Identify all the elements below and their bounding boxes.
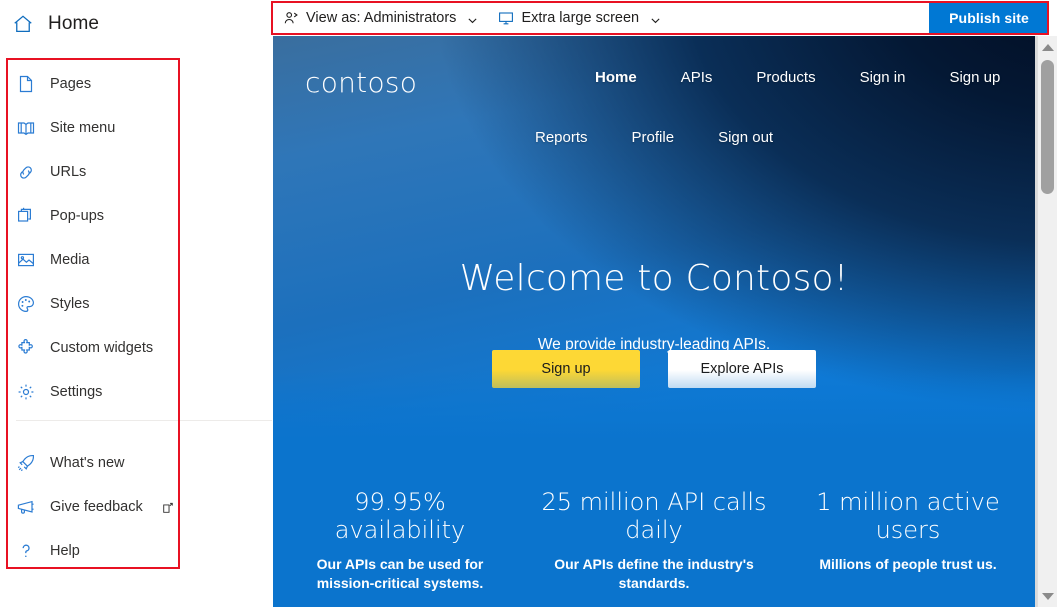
publish-site-button[interactable]: Publish site: [929, 3, 1049, 33]
site-nav-link-sign-out[interactable]: Sign out: [696, 129, 795, 146]
sidebar-secondary-nav: What's new Give feedback Help: [0, 441, 273, 573]
stats-row: 99.95% availability Our APIs can be used…: [273, 488, 1035, 592]
sidebar-item-whats-new[interactable]: What's new: [0, 441, 273, 485]
page-title: Home: [48, 13, 100, 34]
stat-value: 25 million API calls daily: [541, 488, 767, 545]
stat-value: 99.95% availability: [334, 488, 466, 545]
stat-card-availability: 99.95% availability Our APIs can be used…: [273, 488, 527, 592]
site-nav-primary: Home APIs Products Sign in Sign up: [573, 69, 1003, 86]
site-nav-link-profile[interactable]: Profile: [610, 129, 697, 146]
site-logo[interactable]: contoso: [305, 66, 417, 99]
image-icon: [16, 250, 36, 270]
sidebar-item-label: Pop-ups: [50, 208, 105, 224]
site-nav-link-sign-in[interactable]: Sign in: [838, 69, 928, 86]
person-icon: [283, 10, 299, 26]
sidebar-primary-nav: Pages Site menu URLs Pop-ups Media Style…: [0, 62, 273, 414]
chevron-down-icon: [467, 13, 478, 24]
stats-band: 99.95% availability Our APIs can be used…: [273, 440, 1035, 607]
sidebar-item-label: Styles: [50, 296, 90, 312]
question-icon: [16, 541, 36, 561]
app-root: Home Pages Site menu URLs Pop-ups Media …: [0, 0, 1057, 607]
sidebar-item-label: Settings: [50, 384, 103, 400]
megaphone-icon: [16, 497, 36, 517]
scroll-down-arrow-icon[interactable]: [1038, 587, 1057, 605]
home-icon: [12, 13, 34, 35]
stat-card-api-calls: 25 million API calls daily Our APIs defi…: [527, 488, 781, 592]
sidebar-item-label: URLs: [50, 164, 87, 180]
sidebar-divider: [16, 420, 272, 421]
site-nav-secondary: Reports Profile Sign out: [513, 129, 813, 146]
stat-description: Our APIs can be used for mission-critica…: [316, 555, 484, 591]
stat-description: Millions of people trust us.: [819, 555, 997, 572]
scrollbar-thumb[interactable]: [1041, 60, 1054, 194]
hero-section: contoso Home APIs Products Sign in Sign …: [273, 36, 1035, 440]
site-nav-link-sign-up[interactable]: Sign up: [927, 69, 1022, 86]
sidebar-item-custom-widgets[interactable]: Custom widgets: [0, 326, 273, 370]
rocket-icon: [16, 453, 36, 473]
view-as-dropdown[interactable]: View as: Administrators: [273, 3, 488, 33]
puzzle-icon: [16, 338, 36, 358]
preview-scrollbar[interactable]: [1037, 36, 1057, 607]
external-link-icon: [162, 501, 174, 513]
sidebar-item-media[interactable]: Media: [0, 238, 273, 282]
site-nav-link-apis[interactable]: APIs: [659, 69, 735, 86]
sidebar-item-urls[interactable]: URLs: [0, 150, 273, 194]
site-nav-link-reports[interactable]: Reports: [513, 129, 610, 146]
stat-value: 1 million active users: [816, 488, 1000, 545]
page-icon: [16, 74, 36, 94]
book-icon: [16, 118, 36, 138]
sidebar-item-site-menu[interactable]: Site menu: [0, 106, 273, 150]
monitor-icon: [498, 10, 514, 26]
hero-cta-group: Sign up Explore APIs: [273, 350, 1035, 388]
link-icon: [16, 162, 36, 182]
chevron-down-icon: [650, 13, 661, 24]
hero-explore-apis-button[interactable]: Explore APIs: [668, 350, 816, 388]
screen-size-dropdown[interactable]: Extra large screen: [488, 3, 671, 33]
sidebar-item-label: Media: [50, 252, 90, 268]
hero-sign-up-button[interactable]: Sign up: [492, 350, 640, 388]
sidebar-item-label: Custom widgets: [50, 340, 154, 356]
preview-toolbar: View as: Administrators Extra large scre…: [273, 3, 1049, 33]
gear-icon: [16, 382, 36, 402]
site-nav-link-home[interactable]: Home: [573, 69, 659, 86]
sidebar-item-label: Give feedback: [50, 499, 143, 515]
popup-icon: [16, 206, 36, 226]
sidebar-item-label: Pages: [50, 76, 92, 92]
sidebar-item-label: Help: [50, 543, 80, 559]
palette-icon: [16, 294, 36, 314]
sidebar-item-label: Site menu: [50, 120, 116, 136]
stat-description: Our APIs define the industry's standards…: [554, 555, 754, 591]
stat-card-active-users: 1 million active users Millions of peopl…: [781, 488, 1035, 592]
hero-title: Welcome to Contoso!: [459, 258, 849, 299]
site-nav-link-products[interactable]: Products: [734, 69, 837, 86]
sidebar-item-help[interactable]: Help: [0, 529, 273, 573]
page-title-header: Home: [12, 6, 99, 42]
sidebar-item-give-feedback[interactable]: Give feedback: [0, 485, 273, 529]
sidebar-item-pages[interactable]: Pages: [0, 62, 273, 106]
sidebar-item-styles[interactable]: Styles: [0, 282, 273, 326]
sidebar-item-pop-ups[interactable]: Pop-ups: [0, 194, 273, 238]
sidebar-item-settings[interactable]: Settings: [0, 370, 273, 414]
scroll-up-arrow-icon[interactable]: [1038, 38, 1057, 56]
left-panel: Home Pages Site menu URLs Pop-ups Media …: [0, 0, 273, 607]
sidebar-item-label: What's new: [50, 455, 125, 471]
screen-size-label: Extra large screen: [521, 10, 640, 26]
site-preview-canvas: contoso Home APIs Products Sign in Sign …: [273, 36, 1035, 607]
view-as-label: View as: Administrators: [306, 10, 457, 26]
